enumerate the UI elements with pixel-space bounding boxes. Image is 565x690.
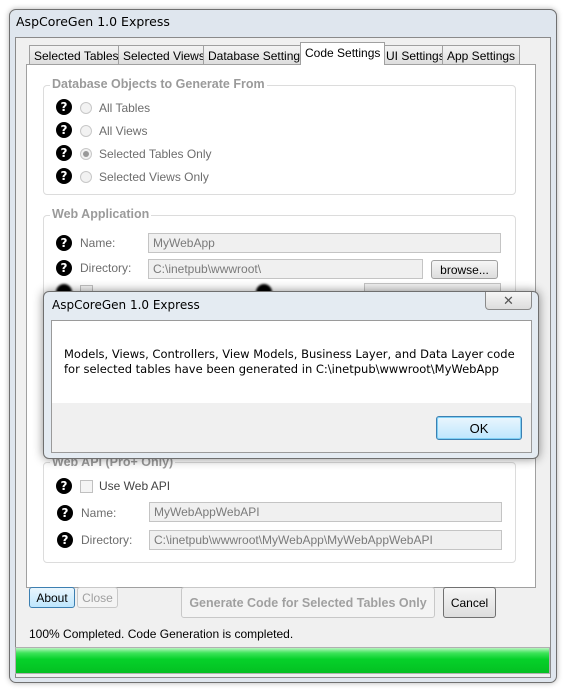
radio-selected-tables-only[interactable] xyxy=(80,148,92,160)
message-dialog: AspCoreGen 1.0 Express ✕ Models, Views, … xyxy=(43,291,539,459)
web-app-name-input[interactable]: MyWebApp xyxy=(148,233,501,253)
progress-bar xyxy=(15,647,550,674)
progress-bar-fill xyxy=(16,648,549,673)
help-icon[interactable]: ? xyxy=(57,532,73,548)
web-api-name-label: Name: xyxy=(81,506,117,520)
radio-all-tables[interactable] xyxy=(80,102,92,114)
tab-database-settings[interactable]: Database Settings xyxy=(203,45,312,65)
dialog-ok-button[interactable]: OK xyxy=(436,416,522,440)
radio-selected-tables-only-label: Selected Tables Only xyxy=(99,147,212,161)
dialog-body: Models, Views, Controllers, View Models,… xyxy=(51,320,532,453)
about-button[interactable]: About xyxy=(29,587,75,608)
help-icon[interactable]: ? xyxy=(57,505,73,521)
web-api-directory-input[interactable]: C:\inetpub\wwwroot\MyWebApp\MyWebAppWebA… xyxy=(149,530,502,550)
web-app-directory-input[interactable]: C:\inetpub\wwwroot\ xyxy=(148,259,423,279)
radio-selected-views-only[interactable] xyxy=(80,171,92,183)
radio-all-views[interactable] xyxy=(80,125,92,137)
radio-all-tables-label: All Tables xyxy=(99,101,151,115)
status-text: 100% Completed. Code Generation is compl… xyxy=(29,627,294,641)
web-app-group-title: Web Application xyxy=(50,207,152,221)
radio-all-views-label: All Views xyxy=(99,124,148,138)
web-api-name-input[interactable]: MyWebAppWebAPI xyxy=(149,502,502,522)
tab-selected-tables[interactable]: Selected Tables xyxy=(29,45,124,65)
tab-app-settings[interactable]: App Settings xyxy=(442,45,521,65)
tab-code-settings[interactable]: Code Settings xyxy=(300,42,386,65)
dialog-message: Models, Views, Controllers, View Models,… xyxy=(52,321,531,403)
web-app-directory-label: Directory: xyxy=(80,261,132,275)
web-api-directory-label: Directory: xyxy=(81,533,133,547)
generate-code-button[interactable]: Generate Code for Selected Tables Only xyxy=(181,587,435,618)
help-icon[interactable]: ? xyxy=(56,260,72,276)
help-icon[interactable]: ? xyxy=(56,145,72,161)
radio-selected-views-only-label: Selected Views Only xyxy=(99,170,209,184)
cancel-button[interactable]: Cancel xyxy=(443,587,496,618)
tab-ui-settings[interactable]: UI Settings xyxy=(381,45,450,65)
help-icon[interactable]: ? xyxy=(56,99,72,115)
dialog-close-button[interactable]: ✕ xyxy=(485,292,532,310)
web-app-name-label: Name: xyxy=(80,236,116,250)
use-web-api-label: Use Web API xyxy=(99,479,171,493)
help-icon[interactable]: ? xyxy=(56,235,72,251)
dialog-title: AspCoreGen 1.0 Express xyxy=(52,298,200,312)
help-icon[interactable]: ? xyxy=(56,122,72,138)
close-button[interactable]: Close xyxy=(77,587,118,608)
help-icon[interactable]: ? xyxy=(56,168,72,184)
db-objects-group-title: Database Objects to Generate From xyxy=(50,77,267,91)
use-web-api-checkbox[interactable] xyxy=(80,480,93,493)
close-icon: ✕ xyxy=(503,293,514,308)
tab-selected-views[interactable]: Selected Views xyxy=(118,45,210,65)
help-icon[interactable]: ? xyxy=(56,478,72,494)
window-title: AspCoreGen 1.0 Express xyxy=(16,14,170,29)
browse-button[interactable]: browse... xyxy=(431,260,498,279)
